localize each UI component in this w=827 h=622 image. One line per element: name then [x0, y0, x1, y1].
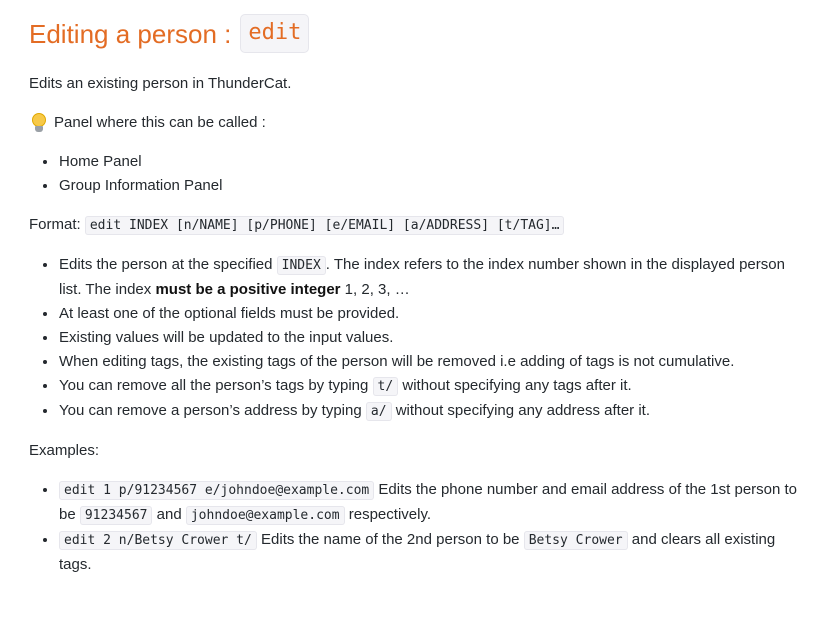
examples-label: Examples: — [29, 442, 100, 459]
list-item: When editing tags, the existing tags of … — [58, 350, 799, 374]
example-text: Edits the name of the 2nd person to be — [261, 531, 520, 548]
list-item: Group Information Panel — [58, 174, 799, 198]
panel-list: Home Panel Group Information Panel — [29, 150, 799, 198]
heading-text: Editing a person : — [29, 18, 232, 49]
note-text: 1, 2, 3, … — [344, 281, 410, 298]
note-text: You can remove all the person’s tags by … — [59, 377, 369, 394]
format-label: Format: — [29, 216, 81, 233]
emphasis-text: must be a positive integer — [155, 281, 341, 298]
example-text: and — [156, 506, 182, 523]
examples-list: edit 1 p/91234567 e/johndoe@example.com … — [29, 478, 799, 577]
section-heading: Editing a person : edit — [29, 14, 799, 53]
list-item: edit 1 p/91234567 e/johndoe@example.com … — [58, 478, 799, 528]
note-text: without specifying any tags after it. — [402, 377, 632, 394]
note-text: without specifying any address after it. — [395, 402, 650, 419]
list-item: Edits the person at the specified INDEX.… — [58, 253, 799, 302]
heading-command-code: edit — [240, 14, 310, 53]
example-code: edit 1 p/91234567 e/johndoe@example.com — [59, 481, 375, 500]
format-code: edit INDEX [n/NAME] [p/PHONE] [e/EMAIL] … — [84, 216, 565, 235]
intro-paragraph: Edits an existing person in ThunderCat. — [29, 75, 292, 92]
list-item: You can remove all the person’s tags by … — [58, 374, 799, 399]
inline-code: INDEX — [276, 256, 326, 275]
lightbulb-icon — [31, 113, 47, 133]
inline-code: johndoe@example.com — [185, 506, 345, 525]
note-text: You can remove a person’s address by typ… — [59, 402, 362, 419]
inline-code: Betsy Crower — [523, 531, 628, 550]
list-item: You can remove a person’s address by typ… — [58, 399, 799, 424]
panel-callout-text: Panel where this can be called : — [54, 114, 266, 131]
list-item: Existing values will be updated to the i… — [58, 326, 799, 350]
inline-code: a/ — [365, 402, 392, 421]
note-text: Edits the person at the specified — [59, 256, 273, 273]
list-item: edit 2 n/Betsy Crower t/ Edits the name … — [58, 528, 799, 577]
list-item: Home Panel — [58, 150, 799, 174]
notes-list: Edits the person at the specified INDEX.… — [29, 253, 799, 424]
inline-code: t/ — [372, 377, 399, 396]
list-item: At least one of the optional fields must… — [58, 302, 799, 326]
example-text: respectively. — [348, 506, 432, 523]
example-code: edit 2 n/Betsy Crower t/ — [59, 531, 257, 550]
inline-code: 91234567 — [79, 506, 153, 525]
format-line: Format: edit INDEX [n/NAME] [p/PHONE] [e… — [29, 213, 799, 238]
doc-section: Editing a person : edit Edits an existin… — [0, 0, 827, 577]
panel-callout: Panel where this can be called : — [29, 111, 799, 135]
